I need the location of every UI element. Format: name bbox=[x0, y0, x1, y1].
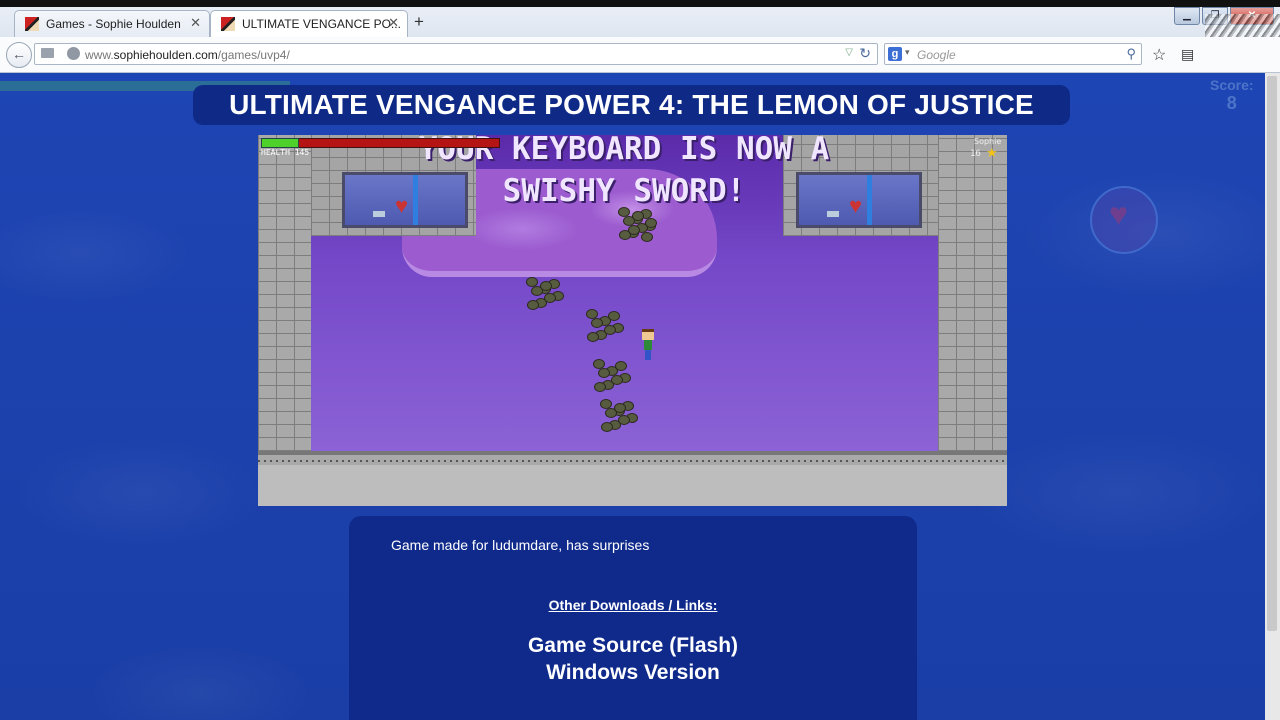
engine-dropdown-icon[interactable]: ▾ bbox=[905, 47, 910, 58]
tab-games-sophie-houlden[interactable]: Games - Sophie Houlden ✕ bbox=[14, 10, 210, 37]
window-top-edge bbox=[0, 0, 1280, 7]
rock bbox=[641, 232, 653, 242]
rock bbox=[608, 311, 620, 321]
rock bbox=[601, 422, 613, 432]
player-body bbox=[644, 340, 652, 350]
bookmarks-menu-icon[interactable]: ▤ bbox=[1181, 46, 1194, 63]
page-icon bbox=[41, 48, 54, 58]
tab-close-icon[interactable]: ✕ bbox=[388, 15, 399, 31]
url-text[interactable]: www.sophiehoulden.com/games/uvp4/ bbox=[85, 48, 290, 62]
page-content: Score: 8 ULTIMATE VENGANCE POWER 4: THE … bbox=[0, 73, 1265, 720]
rock bbox=[540, 281, 552, 291]
game-description: Game made for ludumdare, has surprises bbox=[391, 537, 650, 553]
tab-uvp4[interactable]: ULTIMATE VENGANCE PO... ✕ bbox=[210, 10, 408, 37]
rock bbox=[594, 382, 606, 392]
tab-bar: Games - Sophie Houlden ✕ ULTIMATE VENGAN… bbox=[0, 7, 1280, 37]
rock bbox=[527, 300, 539, 310]
bookmark-star-icon[interactable]: ☆ bbox=[1152, 45, 1166, 65]
tab-title: Games - Sophie Houlden bbox=[46, 17, 181, 31]
rock bbox=[615, 361, 627, 371]
site-favicon-icon bbox=[25, 17, 39, 31]
new-tab-button[interactable]: + bbox=[414, 13, 424, 30]
google-engine-icon[interactable]: g bbox=[888, 47, 902, 61]
site-favicon-icon bbox=[221, 17, 235, 31]
rock bbox=[645, 218, 657, 228]
game-info-panel: Game made for ludumdare, has surprises O… bbox=[349, 516, 917, 720]
minimize-icon[interactable]: ▁ bbox=[1174, 7, 1200, 25]
game-source-link[interactable]: Game Source (Flash) bbox=[349, 634, 917, 658]
brick-wall-right bbox=[938, 135, 1007, 451]
search-bar[interactable]: g ▾ Google ⚲ bbox=[884, 43, 1142, 65]
scrollbar-thumb[interactable] bbox=[1267, 76, 1277, 631]
rock bbox=[587, 332, 599, 342]
tab-title: ULTIMATE VENGANCE PO... bbox=[242, 17, 401, 31]
stone-floor bbox=[258, 451, 1007, 506]
game-canvas[interactable]: ♥ ♥ YOUR KEYBOARD IS NOW A SWISHY SWORD!… bbox=[258, 135, 1007, 506]
search-placeholder: Google bbox=[917, 48, 956, 62]
downloads-heading: Other Downloads / Links: bbox=[548, 597, 718, 613]
back-button[interactable]: ← bbox=[6, 42, 32, 68]
game-message-line-2: SWISHY SWORD! bbox=[502, 173, 746, 209]
rock bbox=[604, 325, 616, 335]
page-title-banner: ULTIMATE VENGANCE POWER 4: THE LEMON OF … bbox=[193, 85, 1070, 125]
score-star-icon: ★ bbox=[986, 145, 998, 160]
search-icon[interactable]: ⚲ bbox=[1126, 46, 1136, 62]
health-readout: HEALTH 145 bbox=[261, 148, 310, 157]
player-character bbox=[641, 329, 655, 361]
url-dropdown-icon[interactable]: ▽ bbox=[845, 47, 853, 58]
rock bbox=[591, 318, 603, 328]
address-bar[interactable]: www.sophiehoulden.com/games/uvp4/ ▽ ↻ bbox=[34, 43, 878, 65]
background-heart-bubble-icon bbox=[1090, 186, 1158, 254]
back-arrow-icon: ← bbox=[12, 46, 26, 62]
background-score: Score: 8 bbox=[1210, 77, 1254, 113]
rock bbox=[618, 415, 630, 425]
player-head bbox=[642, 329, 654, 340]
windows-version-link[interactable]: Windows Version bbox=[349, 661, 917, 685]
health-bar-fill bbox=[261, 138, 299, 148]
player-score: 16 bbox=[970, 149, 981, 159]
rock bbox=[632, 211, 644, 221]
rock bbox=[544, 293, 556, 303]
page-title: ULTIMATE VENGANCE POWER 4: THE LEMON OF … bbox=[193, 85, 1070, 125]
rock bbox=[598, 368, 610, 378]
player-legs bbox=[645, 350, 651, 360]
page-scrollbar[interactable] bbox=[1265, 73, 1280, 720]
reload-icon[interactable]: ↻ bbox=[859, 45, 871, 62]
tab-close-icon[interactable]: ✕ bbox=[190, 15, 201, 31]
rock bbox=[628, 225, 640, 235]
brick-wall-left bbox=[258, 135, 311, 451]
navigation-bar: ← www.sophiehoulden.com/games/uvp4/ ▽ ↻ … bbox=[0, 37, 1280, 73]
globe-icon bbox=[67, 47, 80, 60]
rock bbox=[614, 403, 626, 413]
rock bbox=[611, 375, 623, 385]
